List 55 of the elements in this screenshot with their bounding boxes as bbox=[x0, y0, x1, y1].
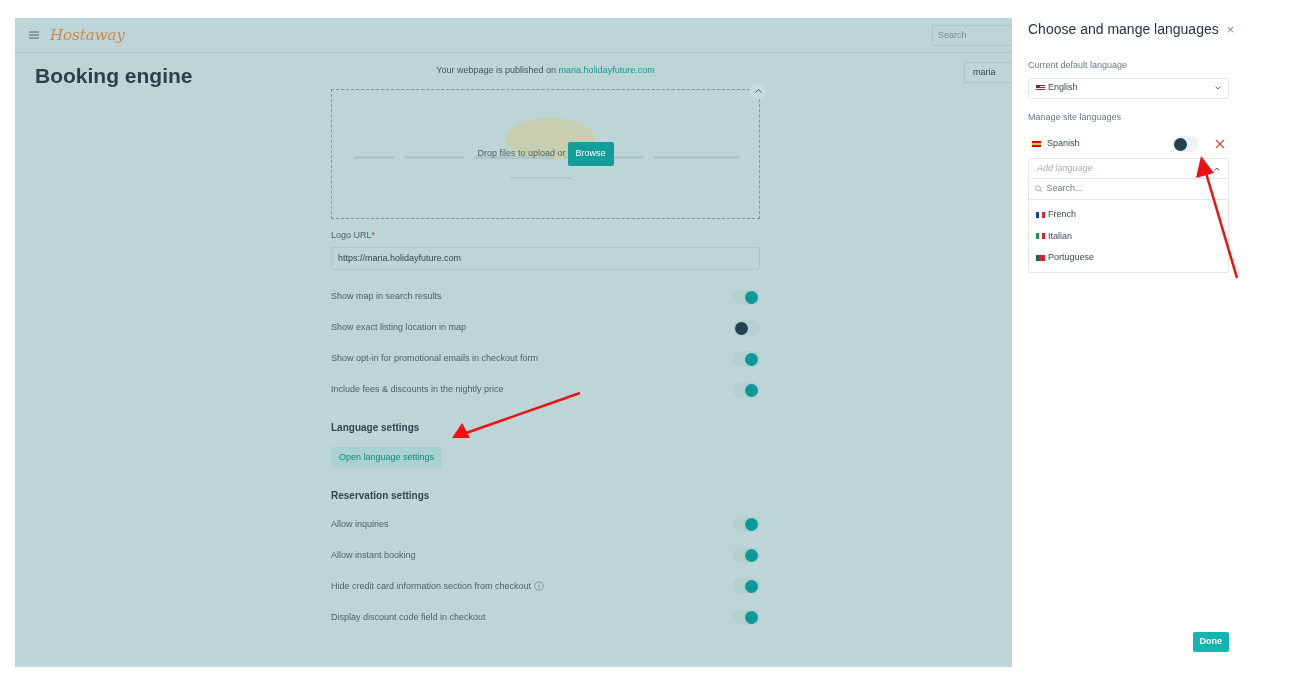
toggle-switch[interactable] bbox=[733, 547, 760, 564]
setting-label: Show opt-in for promotional emails in checkout form bbox=[331, 352, 539, 366]
flag-icon bbox=[1036, 233, 1045, 240]
browse-button[interactable]: Browse bbox=[567, 142, 614, 166]
toggle-switch[interactable] bbox=[733, 516, 760, 533]
info-icon[interactable] bbox=[534, 581, 545, 592]
field-label: Logo URL bbox=[331, 229, 372, 242]
search-field[interactable]: Search bbox=[932, 24, 1012, 46]
setting-label: Include fees & discounts in the nightly price bbox=[331, 383, 504, 397]
logo-url-field[interactable]: https://maria.holidayfuture.com bbox=[331, 246, 760, 270]
setting-label: Display discount code field in checkout bbox=[331, 610, 486, 624]
toggle-switch[interactable] bbox=[733, 351, 760, 367]
field-label: Current default language bbox=[1028, 59, 1129, 72]
page-title: Booking engine bbox=[35, 63, 194, 89]
add-language-select[interactable]: Add language bbox=[1028, 158, 1229, 179]
close-button[interactable]: × bbox=[1226, 23, 1235, 36]
flag-icon bbox=[1032, 141, 1041, 147]
field-label: Manage site languages bbox=[1028, 110, 1123, 124]
collapse-button[interactable] bbox=[750, 83, 766, 99]
toggle-switch[interactable] bbox=[733, 609, 760, 626]
setting-label: Hide credit card information section from checkout bbox=[331, 579, 532, 593]
toggle-switch[interactable] bbox=[733, 320, 760, 336]
language-option[interactable]: Italian bbox=[1029, 225, 1228, 247]
published-link[interactable]: maria.holidayfuture.com bbox=[558, 64, 655, 78]
open-language-settings-button[interactable]: Open language settings bbox=[331, 446, 443, 468]
flag-icon bbox=[1036, 254, 1045, 261]
language-option[interactable]: Portuguese bbox=[1029, 247, 1228, 269]
setting-label: Show map in search results bbox=[331, 290, 442, 304]
required-mark: * bbox=[371, 229, 376, 242]
setting-label: Allow instant booking bbox=[331, 548, 416, 562]
section-heading: Language settings bbox=[331, 420, 421, 435]
drawer-title: Choose and mange languages bbox=[1028, 20, 1219, 39]
published-text: Your webpage is published on bbox=[436, 64, 558, 78]
language-option[interactable]: French bbox=[1029, 204, 1228, 226]
toggle-switch[interactable] bbox=[733, 578, 760, 595]
drop-text: Drop files to upload or bbox=[477, 147, 566, 161]
language-name: Spanish bbox=[1047, 137, 1081, 151]
section-heading: Reservation settings bbox=[331, 488, 431, 503]
flag-icon bbox=[1036, 211, 1045, 218]
toggle-switch[interactable] bbox=[1172, 136, 1199, 152]
upload-dropzone[interactable]: Drop files to upload or Browse bbox=[331, 89, 760, 219]
toggle-switch[interactable] bbox=[733, 289, 760, 305]
default-language-select[interactable]: English bbox=[1028, 77, 1229, 99]
setting-label: Show exact listing location in map bbox=[331, 321, 467, 335]
toggle-switch[interactable] bbox=[733, 382, 760, 398]
menu-icon[interactable] bbox=[29, 31, 39, 39]
chevron-up-icon bbox=[1214, 166, 1220, 171]
search-icon bbox=[1035, 185, 1043, 193]
language-search-field[interactable]: Search... bbox=[1046, 182, 1222, 196]
flag-icon bbox=[1036, 85, 1045, 91]
chevron-down-icon bbox=[1215, 86, 1221, 90]
setting-label: Allow inquiries bbox=[331, 517, 389, 531]
remove-icon[interactable] bbox=[1215, 139, 1225, 149]
done-button[interactable]: Done bbox=[1192, 632, 1229, 652]
chevron-up-icon bbox=[754, 89, 762, 93]
